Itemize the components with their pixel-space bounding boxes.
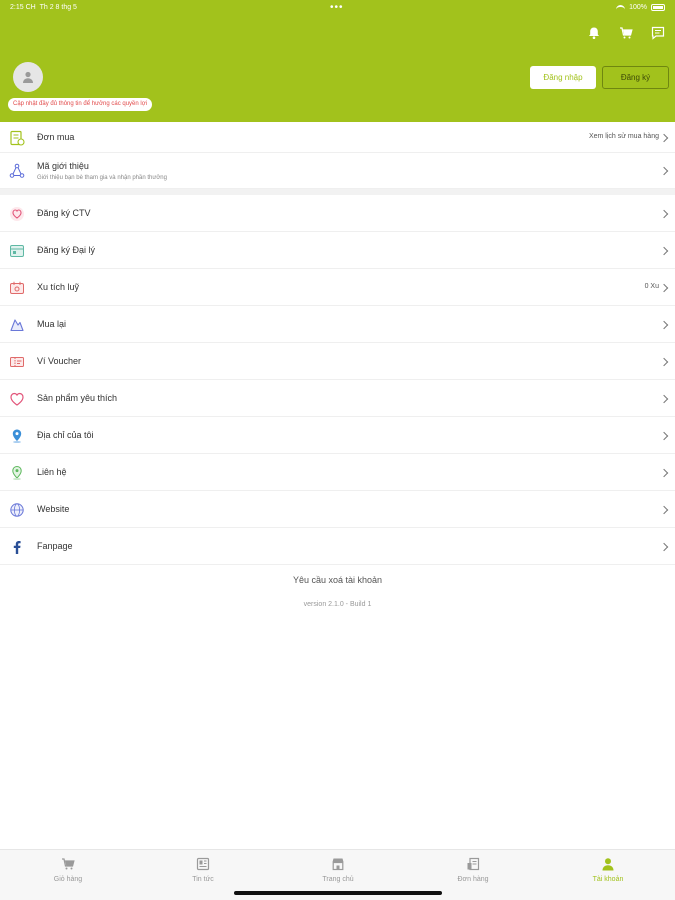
menu-item-label: Sản phẩm yêu thích	[37, 393, 118, 403]
menu-item-address[interactable]: Địa chỉ của tôi	[0, 417, 675, 454]
wifi-icon	[616, 4, 626, 11]
update-profile-note[interactable]: Cập nhật đầy đủ thông tin để hưởng các q…	[8, 98, 152, 111]
tab-label: Tài khoản	[592, 876, 624, 883]
chevron-right-icon	[659, 133, 669, 142]
menu-item-agent[interactable]: Đăng ký Đại lý	[0, 232, 675, 269]
status-time: 2:15 CH Th 2 8 thg 5	[10, 4, 77, 11]
menu-item-label: Liên hệ	[37, 467, 67, 477]
menu-item-voucher[interactable]: Ví Voucher	[0, 343, 675, 380]
chevron-right-icon	[659, 394, 669, 403]
message-icon[interactable]	[649, 24, 667, 42]
bell-icon[interactable]	[585, 24, 603, 42]
user-icon	[23, 71, 33, 83]
chevron-right-icon	[659, 283, 669, 292]
voucher-icon	[8, 353, 26, 371]
user-icon	[600, 856, 616, 872]
menu-item-label: Website	[37, 504, 70, 514]
battery-percent: 100%	[629, 4, 647, 11]
register-button[interactable]: Đăng ký	[602, 66, 669, 89]
menu-item-label: Đăng ký CTV	[37, 208, 91, 218]
menu-item-fanpage[interactable]: Fanpage	[0, 528, 675, 565]
heart-user-icon	[8, 205, 26, 223]
orders-icon	[465, 856, 481, 872]
cart-icon	[60, 856, 76, 872]
store-icon	[8, 242, 26, 260]
chevron-right-icon	[659, 166, 669, 176]
menu-item-ctv[interactable]: Đăng ký CTV	[0, 195, 675, 232]
cart-icon[interactable]	[617, 24, 635, 42]
menu-item-label: Đăng ký Đại lý	[37, 245, 96, 255]
menu-item-website[interactable]: Website	[0, 491, 675, 528]
tab-label: Trang chủ	[322, 876, 354, 883]
shop-icon	[330, 856, 346, 872]
tab-cart[interactable]: Giỏ hàng	[28, 856, 108, 883]
home-indicator	[234, 891, 442, 895]
facebook-icon	[8, 538, 26, 556]
coin-wallet-icon	[8, 279, 26, 297]
heart-icon	[8, 390, 26, 408]
order-history-link[interactable]: Xem lịch sử mua hàng	[589, 133, 659, 140]
news-icon	[195, 856, 211, 872]
location-pin-icon	[8, 427, 26, 445]
chevron-right-icon	[659, 357, 669, 366]
tab-label: Tin tức	[192, 876, 214, 883]
status-bar: 2:15 CH Th 2 8 thg 5 ••• 100%	[0, 0, 675, 18]
chevron-right-icon	[659, 542, 669, 551]
battery-icon	[651, 4, 665, 11]
menu-item-favorites[interactable]: Sản phẩm yêu thích	[0, 380, 675, 417]
tab-label: Đơn hàng	[457, 876, 489, 883]
repurchase-icon	[8, 316, 26, 334]
multitask-dots[interactable]: •••	[330, 2, 344, 13]
menu-item-label: Xu tích luỹ	[37, 282, 80, 292]
referral-sub: Giới thiệu bạn bè tham gia và nhận phần …	[37, 175, 167, 181]
tab-label: Giỏ hàng	[53, 876, 83, 883]
header: 2:15 CH Th 2 8 thg 5 ••• 100% Cập nhật đ…	[0, 0, 675, 122]
tab-home[interactable]: Trang chủ	[298, 856, 378, 883]
login-button[interactable]: Đăng nhập	[530, 66, 596, 89]
coins-balance: 0 Xu	[644, 283, 659, 290]
avatar[interactable]	[13, 62, 43, 92]
chevron-right-icon	[659, 320, 669, 329]
orders-row[interactable]: Đơn mua Xem lịch sử mua hàng	[0, 122, 675, 153]
tab-account[interactable]: Tài khoản	[568, 856, 648, 883]
menu-item-coins[interactable]: Xu tích luỹ 0 Xu	[0, 269, 675, 306]
menu-item-label: Ví Voucher	[37, 356, 82, 366]
globe-icon	[8, 501, 26, 519]
header-icons	[585, 24, 667, 42]
tab-orders[interactable]: Đơn hàng	[433, 856, 513, 883]
menu-item-repurchase[interactable]: Mua lại	[0, 306, 675, 343]
tab-news[interactable]: Tin tức	[163, 856, 243, 883]
chevron-right-icon	[659, 246, 669, 255]
menu-item-label: Mua lại	[37, 319, 67, 329]
chevron-right-icon	[659, 505, 669, 514]
orders-label: Đơn mua	[37, 132, 75, 142]
app-version: version 2.1.0 - Build 1	[303, 601, 372, 608]
chevron-right-icon	[659, 209, 669, 218]
menu-item-contact[interactable]: Liên hệ	[0, 454, 675, 491]
chevron-right-icon	[659, 431, 669, 440]
chevron-right-icon	[659, 468, 669, 477]
referral-label: Mã giới thiệu	[37, 161, 89, 171]
menu-item-label: Fanpage	[37, 541, 73, 551]
contact-pin-icon	[8, 464, 26, 482]
status-right: 100%	[616, 4, 665, 11]
referral-network-icon	[8, 162, 26, 180]
referral-row[interactable]: Mã giới thiệu Giới thiệu bạn bè tham gia…	[0, 153, 675, 189]
delete-account-link[interactable]: Yêu cầu xoá tài khoản	[0, 575, 675, 585]
menu-item-label: Địa chỉ của tôi	[37, 430, 94, 440]
order-list-icon	[8, 129, 26, 147]
